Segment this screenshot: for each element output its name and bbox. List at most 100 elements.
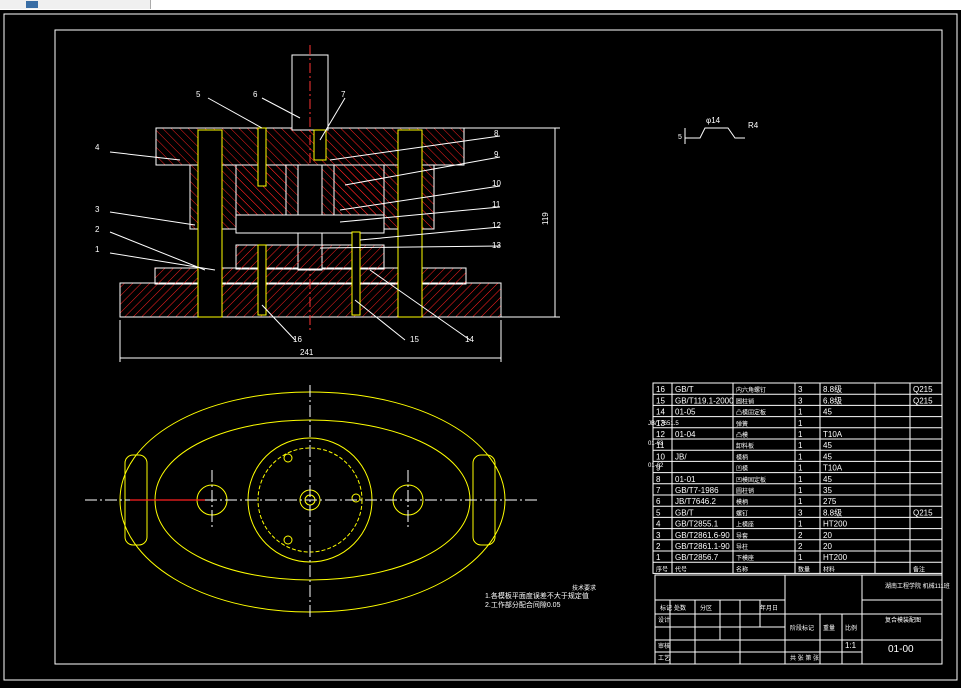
bom-cell-code: JB/T7646.2 [675,497,716,506]
dim-height: 119 [541,212,550,225]
balloon-2: 2 [95,225,100,234]
bom-cell-no: 5 [656,508,661,517]
bom-cell-mat: HT200 [823,520,848,529]
bom-cell-name: 卸料板 [736,442,754,450]
bom-cell-name: 螺钉 [736,509,748,517]
bom-cell-qty: 1 [798,464,803,473]
bom-cell-mat: 20 [823,542,832,551]
bom-cell-name: 弹簧 [736,420,748,428]
label-date: 年月日 [760,604,778,612]
bom-cell-name: 凹模固定板 [736,476,766,484]
bom-cell-code: GB/T [675,508,694,517]
bom-cell-name: 凸模 [736,431,748,439]
bom-cell-qty: 1 [798,475,803,484]
bom-cell-qty: 3 [798,508,803,517]
balloon-13: 13 [492,241,501,250]
app-icon [26,1,38,8]
bom-header-mat: 材料 [823,565,835,573]
bom-cell-no: 12 [656,430,665,439]
bom-cell-no: 6 [656,497,661,506]
balloon-7: 7 [341,90,346,99]
bom-cell-code: 01-01 [675,475,696,484]
bom-cell-mat: 6.8级 [823,395,842,405]
dim-step: 5 [678,134,682,141]
bom-cell-mat: T10A [823,430,843,439]
bom-cell-no: 3 [656,531,661,540]
bom-cell-mat: 35 [823,486,832,495]
bom-cell-code: JB/ [675,452,687,461]
bom-cell-mat: 20 [823,531,832,540]
balloon-15: 15 [410,335,419,344]
balloon-3: 3 [95,205,100,214]
bom-cell-note: Q215 [913,385,933,394]
bom-cell-no: 7 [656,486,661,495]
label-check: 审核 [658,642,670,650]
bom-cell-qty: 1 [798,452,803,461]
balloon-9: 9 [494,150,499,159]
drawing-name: 复合模装配图 [885,616,921,624]
bom-cell-name: 圆柱销 [736,487,754,495]
bom-cell-no: 4 [656,520,661,529]
bom-header-note: 备注 [913,565,925,573]
outer-border [3,13,958,681]
guide-post-right [397,129,423,318]
balloon-5: 5 [196,90,201,99]
bom-side-code: 01-02 [648,463,664,469]
balloon-8: 8 [494,129,499,138]
section-view [119,45,502,330]
dim-diameter: φ14 [706,116,721,125]
bom-header-name: 名称 [736,565,748,573]
label-scale: 比例 [845,624,857,632]
bom-cell-no: 8 [656,475,661,484]
bom-cell-name: 下模座 [736,554,754,562]
bom-cell-no: 16 [656,385,665,394]
balloon-14: 14 [465,335,474,344]
balloon-10: 10 [492,179,501,188]
bom-cell-note: Q215 [913,508,933,517]
bom-cell-code: GB/T7-1986 [675,486,719,495]
drawing-svg: 1 2 3 4 5 6 7 8 9 10 11 12 13 14 15 16 2… [3,13,958,681]
balloon-6: 6 [253,90,258,99]
bom-cell-qty: 1 [798,520,803,529]
bom-cell-qty: 1 [798,553,803,562]
balloon-1: 1 [95,245,100,254]
balloon-11: 11 [492,200,501,209]
bom-cell-mat: 8.8级 [823,507,842,517]
bom-side-code: JB/T7651.5 [648,421,679,427]
label-zone: 分区 [700,604,712,612]
bom-table: 16 GB/T 内六角螺钉 3 8.8级 Q21515 GB/T119.1-2000 圆柱销 3… [648,382,943,574]
bom-cell-mat: HT200 [823,553,848,562]
bom-cell-code: GB/T [675,385,694,394]
balloon-12: 12 [492,221,501,230]
dim-radius: R4 [748,121,759,130]
guide-post-left [197,129,223,318]
bom-cell-qty: 2 [798,542,803,551]
part-sketch [684,127,745,144]
cad-canvas[interactable]: 1 2 3 4 5 6 7 8 9 10 11 12 13 14 15 16 2… [0,10,961,683]
bom-cell-name: 模柄 [736,453,748,461]
bom-cell-qty: 2 [798,531,803,540]
bom-cell-name: 凸模固定板 [736,409,766,417]
bom-cell-qty: 1 [798,408,803,417]
bom-cell-mat: 45 [823,452,832,461]
dim-width: 241 [300,348,314,357]
plan-outline [119,391,506,613]
bom-header-code: 代号 [675,565,687,573]
label-weight: 重量 [823,624,835,632]
bom-side-code: 01-03 [648,441,664,447]
plan-view [119,391,506,613]
bom-cell-qty: 1 [798,419,803,428]
bom-cell-mat: T10A [823,464,843,473]
bom-cell-name: 模柄 [736,498,748,506]
bom-cell-code: GB/T2861.1-90 [675,542,730,551]
document-tab[interactable] [0,0,151,9]
label-process: 工艺 [658,654,670,662]
bom-cell-code: 01-05 [675,408,696,417]
bom-cell-no: 15 [656,396,665,405]
notes-title: 技术要求 [572,584,596,592]
bom-header-no: 序号 [656,565,668,573]
bom-cell-mat: 45 [823,475,832,484]
drawing-number: 01-00 [888,644,914,655]
bom-cell-code: GB/T2856.7 [675,553,719,562]
label-count: 处数 [674,604,686,612]
